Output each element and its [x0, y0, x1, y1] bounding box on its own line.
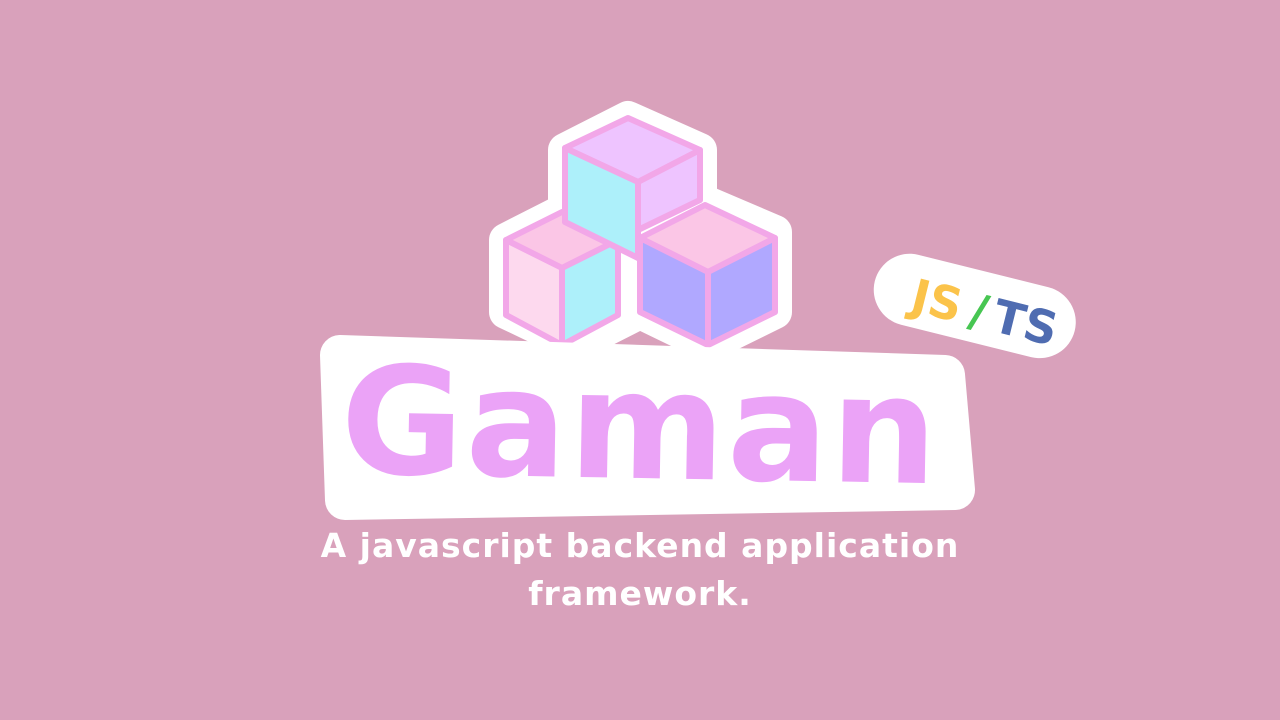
cube-stack-icon [489, 101, 792, 362]
brand-name: Gaman [339, 335, 941, 519]
wordmark: Gaman [320, 335, 975, 520]
tagline: A javascript backend application framewo… [320, 526, 960, 613]
